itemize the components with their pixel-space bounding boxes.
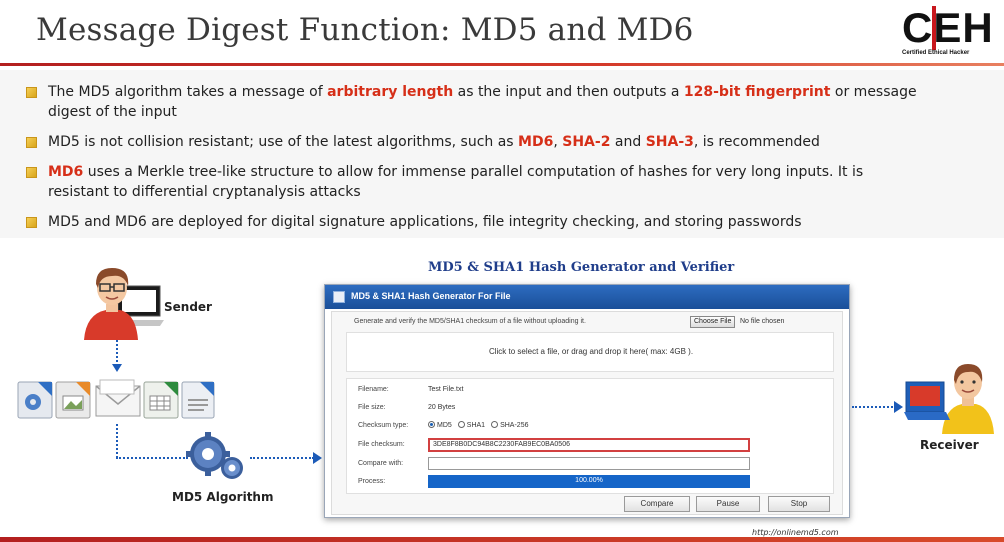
window-title: MD5 & SHA1 Hash Generator For File <box>351 291 511 301</box>
bullet-square-icon <box>26 137 37 148</box>
radio-sha1-label: SHA1 <box>466 422 486 429</box>
sender-person-icon <box>78 264 164 345</box>
radio-sha256-label: SHA-256 <box>500 422 529 429</box>
files-to-algorithm-connector-h <box>116 457 188 459</box>
radio-sha1[interactable] <box>457 421 465 428</box>
receiver-person-icon <box>904 360 996 439</box>
file-checksum-field[interactable]: 3DE8F8B0DC94B8C2230FAB9EC0BA0506 <box>428 438 750 452</box>
filesize-value: 20 Bytes <box>428 404 456 411</box>
bullet-text-part: uses a Merkle tree-like structure to all… <box>48 164 864 200</box>
bullet-text: MD5 is not collision resistant; use of t… <box>48 132 920 152</box>
highlight-text: 128-bit fingerprint <box>683 84 831 100</box>
image-file-icon <box>55 381 91 419</box>
file-icons-row <box>16 376 216 427</box>
logo-letters: CEH <box>902 4 994 51</box>
algorithm-label: MD5 Algorithm <box>172 490 274 504</box>
progress-bar: 100.00% <box>428 475 750 488</box>
drop-zone-text: Click to select a file, or drag and drop… <box>488 347 694 356</box>
compare-button[interactable]: Compare <box>624 496 690 512</box>
sender-to-files-connector <box>116 340 118 366</box>
receiver-label: Receiver <box>920 438 979 452</box>
no-file-text: No file chosen <box>740 318 785 325</box>
algorithm-to-tool-connector <box>250 457 314 459</box>
compare-with-label: Compare with: <box>358 460 404 467</box>
source-url: http://onlinemd5.com <box>752 528 839 537</box>
pause-button[interactable]: Pause <box>696 496 760 512</box>
choose-file-button[interactable]: Choose File <box>690 316 736 328</box>
bullet-text-part: MD5 is not collision resistant; use of t… <box>48 134 519 150</box>
bullet-text-part: , <box>553 134 563 150</box>
bullet-text-part: and <box>610 134 646 150</box>
checksum-type-radios: MD5 SHA1 SHA-256 <box>428 421 534 429</box>
stop-button[interactable]: Stop <box>768 496 830 512</box>
radio-md5-label: MD5 <box>437 422 452 429</box>
footer-band <box>0 537 1004 542</box>
down-arrow-icon <box>112 364 122 372</box>
diagram-title: MD5 & SHA1 Hash Generator and Verifier <box>428 260 735 275</box>
right-arrow-icon <box>313 452 322 464</box>
highlight-text: MD6 <box>48 164 84 180</box>
file-checksum-label: File checksum: <box>358 441 405 448</box>
logo-red-bar <box>932 6 936 50</box>
logo-subtitle: Certified Ethical Hacker <box>902 50 970 56</box>
bullet-text: The MD5 algorithm takes a message of arb… <box>48 82 920 122</box>
ceh-logo: CEH Certified Ethical Hacker <box>902 4 993 58</box>
bullet-text-part: as the input and then outputs a <box>453 84 684 100</box>
page-title: Message Digest Function: MD5 and MD6 <box>36 12 694 48</box>
bullet-text: MD5 and MD6 are deployed for digital sig… <box>48 212 920 232</box>
filesize-label: File size: <box>358 404 386 411</box>
highlight-text: SHA-3 <box>645 134 694 150</box>
progress-text: 100.00% <box>575 477 603 484</box>
title-divider <box>0 63 1004 66</box>
radio-sha256[interactable] <box>491 421 499 428</box>
highlight-text: SHA-2 <box>562 134 611 150</box>
bullet-list: The MD5 algorithm takes a message of arb… <box>0 70 1004 238</box>
gear-file-icon <box>17 381 53 419</box>
gears-icon <box>186 432 250 487</box>
highlight-text: MD6 <box>518 134 554 150</box>
tool-intro-text: Generate and verify the MD5/SHA1 checksu… <box>354 318 586 325</box>
bullet-square-icon <box>26 217 37 228</box>
document-file-icon <box>181 381 215 419</box>
right-arrow-icon <box>894 401 903 413</box>
checksum-type-label: Checksum type: <box>358 422 409 429</box>
bullet-square-icon <box>26 167 37 178</box>
window-app-icon <box>333 291 345 303</box>
files-to-algorithm-connector <box>116 424 118 458</box>
tool-to-receiver-connector <box>852 406 896 408</box>
slide-header: Message Digest Function: MD5 and MD6 CEH… <box>0 0 1004 66</box>
bullet-text: MD6 uses a Merkle tree-like structure to… <box>48 162 920 202</box>
bullet-text-part: MD5 and MD6 are deployed for digital sig… <box>48 214 802 230</box>
bullet-text-part: The MD5 algorithm takes a message of <box>48 84 328 100</box>
filename-label: Filename: <box>358 386 389 393</box>
sender-label: Sender <box>164 300 212 314</box>
radio-md5[interactable] <box>428 421 435 428</box>
bullet-square-icon <box>26 87 37 98</box>
compare-with-field[interactable] <box>428 457 750 470</box>
bullet-text-part: , is recommended <box>693 134 820 150</box>
envelope-icon <box>95 379 141 417</box>
filename-value: Test File.txt <box>428 386 464 393</box>
spreadsheet-file-icon <box>143 381 179 419</box>
process-label: Process: <box>358 478 386 485</box>
window-titlebar: MD5 & SHA1 Hash Generator For File <box>325 285 849 309</box>
file-drop-zone[interactable]: Click to select a file, or drag and drop… <box>346 332 834 372</box>
highlight-text: arbitrary length <box>327 84 454 100</box>
